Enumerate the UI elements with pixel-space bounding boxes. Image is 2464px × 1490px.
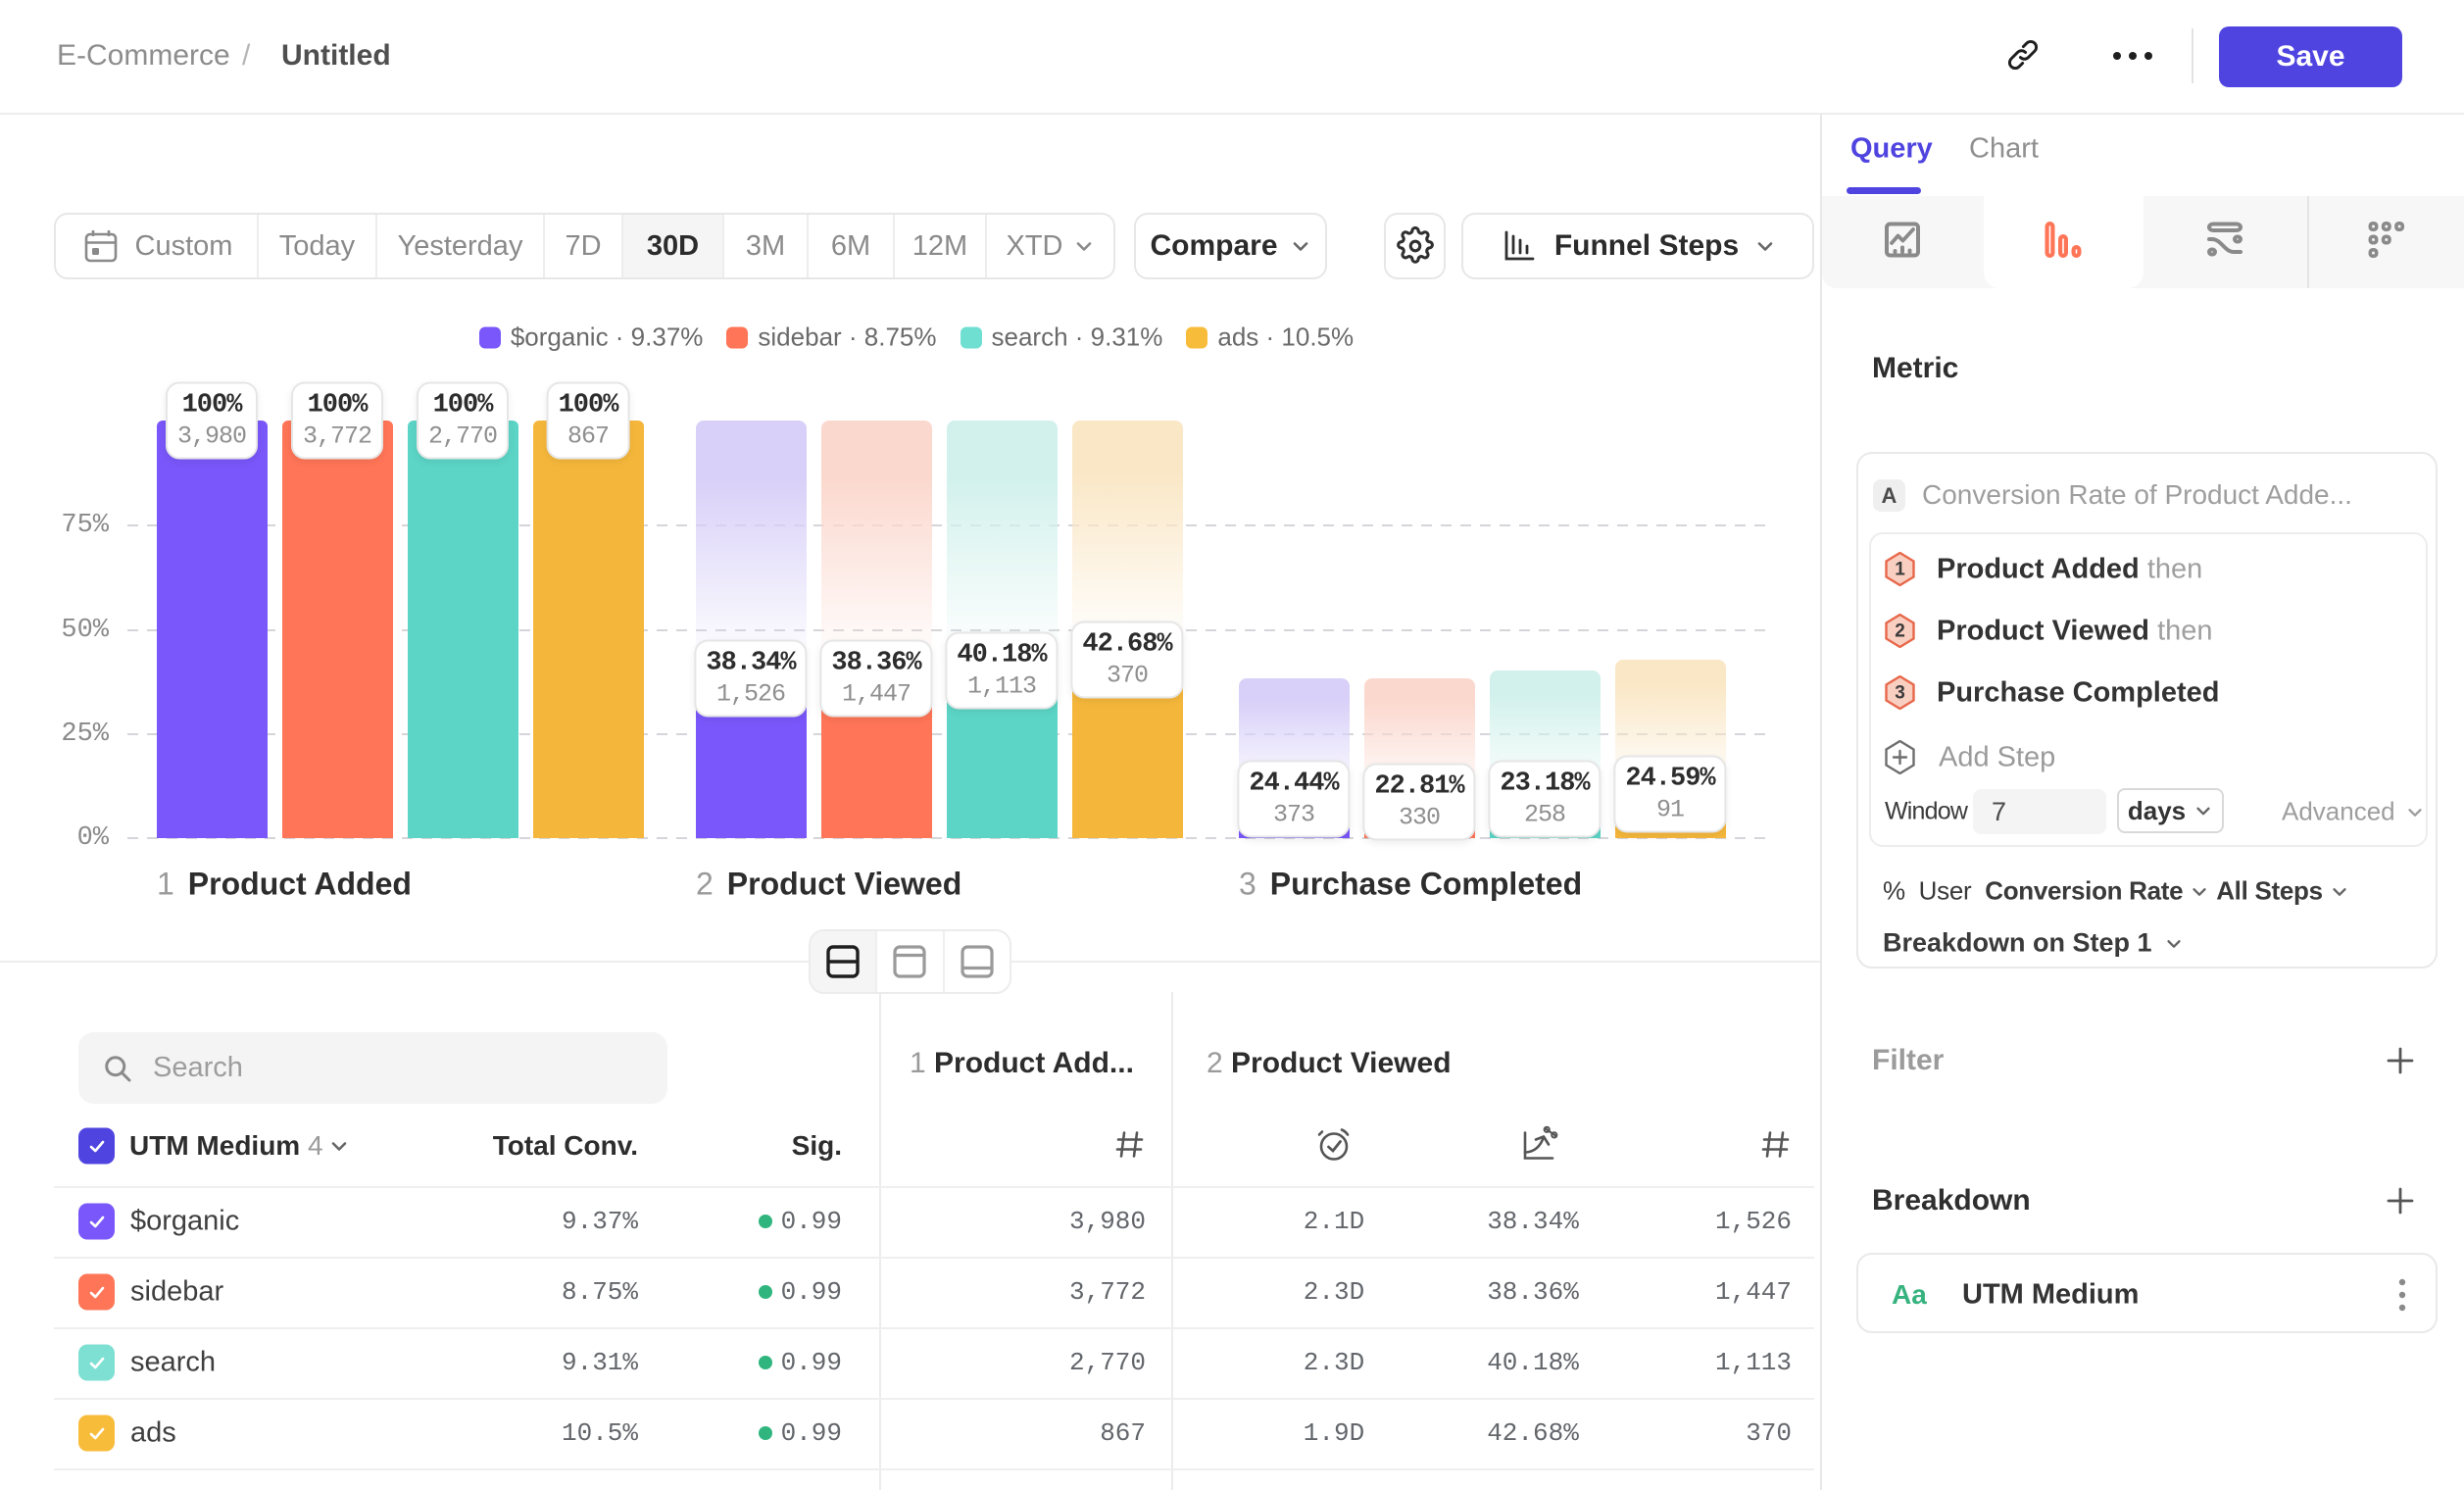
- svg-text:1: 1: [1895, 560, 1905, 580]
- svg-text:3: 3: [1895, 683, 1905, 704]
- svg-text:2: 2: [1895, 621, 1905, 642]
